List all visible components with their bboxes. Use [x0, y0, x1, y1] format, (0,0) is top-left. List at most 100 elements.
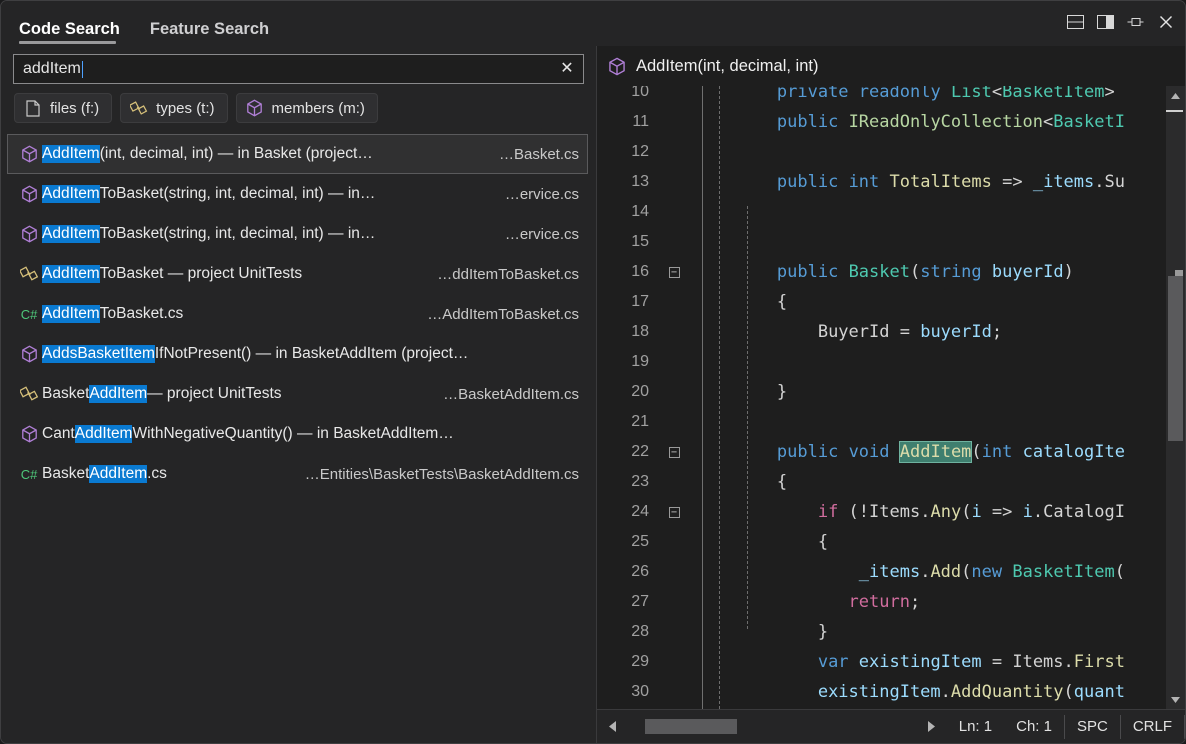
- search-input[interactable]: addItem ✕: [13, 54, 584, 84]
- scroll-up-arrow[interactable]: [1166, 86, 1185, 105]
- code-line: 23 {: [597, 467, 1185, 497]
- search-result-row[interactable]: AddItem(int, decimal, int) — in Basket (…: [7, 134, 588, 174]
- tab-feature-search[interactable]: Feature Search: [146, 21, 279, 47]
- result-suffix: ToBasket(string, int, decimal, int) — in…: [100, 185, 376, 203]
- status-bar: Ln: 1 Ch: 1 SPC CRLF: [597, 709, 1185, 743]
- code-lines: 10 private readonly List<BasketItem>11 p…: [597, 86, 1185, 709]
- search-result-row[interactable]: BasketAddItem — project UnitTests…Basket…: [7, 374, 588, 414]
- tab-code-search[interactable]: Code Search: [15, 21, 130, 47]
- line-number: 18: [597, 317, 659, 347]
- code-line: 11 public IReadOnlyCollection<BasketI: [597, 107, 1185, 137]
- result-icon: [16, 345, 42, 363]
- code-token: [1002, 562, 1012, 582]
- horizontal-scrollbar[interactable]: [597, 710, 947, 743]
- code-token: <: [992, 86, 1002, 102]
- code-line: 30 existingItem.AddQuantity(quant: [597, 677, 1185, 707]
- code-token: =: [889, 322, 920, 342]
- search-result-row[interactable]: AddItemToBasket(string, int, decimal, in…: [7, 214, 588, 254]
- code-token: Any: [930, 502, 961, 522]
- code-token: .: [941, 682, 951, 702]
- vertical-scrollbar-thumb[interactable]: [1168, 276, 1183, 441]
- code-line: 24− if (!Items.Any(i => i.CatalogI: [597, 497, 1185, 527]
- fold-margin: −: [659, 267, 689, 278]
- line-number: 10: [597, 86, 659, 107]
- vertical-scrollbar[interactable]: [1166, 86, 1185, 709]
- titlebar: Code Search Feature Search: [1, 1, 1185, 46]
- result-icon: [16, 185, 42, 203]
- code-token: BasketI: [1053, 112, 1125, 132]
- search-result-row[interactable]: CantAddItemWithNegativeQuantity() — in B…: [7, 414, 588, 454]
- status-indent[interactable]: SPC: [1064, 715, 1120, 739]
- result-path: …Entities\BasketTests\BasketAddItem.cs: [295, 466, 579, 483]
- split-horizontal-icon[interactable]: [1066, 12, 1085, 31]
- filter-chip-members[interactable]: members (m:): [236, 93, 378, 123]
- code-token: [695, 442, 777, 462]
- code-token: <: [1043, 112, 1053, 132]
- line-number: 30: [597, 677, 659, 707]
- search-result-row[interactable]: AddsBasketItemIfNotPresent() — in Basket…: [7, 334, 588, 374]
- search-results-list[interactable]: AddItem (int, decimal, int) — in Basket (…: [1, 132, 596, 743]
- code-token: _items: [859, 562, 920, 582]
- code-token: i: [1023, 502, 1033, 522]
- code-token: [695, 86, 777, 102]
- horizontal-scrollbar-track[interactable]: [623, 719, 921, 734]
- search-result-row[interactable]: AddItemToBasket — project UnitTests…ddIt…: [7, 254, 588, 294]
- code-line: 15: [597, 227, 1185, 257]
- fold-toggle-icon[interactable]: −: [669, 507, 680, 518]
- result-suffix: (int, decimal, int) — in Basket (project…: [100, 145, 373, 163]
- scroll-down-arrow[interactable]: [1166, 690, 1185, 709]
- code-editor[interactable]: 10 private readonly List<BasketItem>11 p…: [597, 86, 1185, 709]
- result-path: …ervice.cs: [495, 226, 579, 243]
- code-text: }: [689, 377, 1185, 407]
- filter-chip-types[interactable]: types (t:): [120, 93, 227, 123]
- breadcrumb-label: AddItem(int, decimal, int): [636, 57, 818, 76]
- status-eol[interactable]: CRLF: [1120, 715, 1185, 739]
- code-line: 27 return;: [597, 587, 1185, 617]
- line-number: 28: [597, 617, 659, 647]
- filter-chip-files-label: files (f:): [50, 100, 99, 117]
- code-token: public: [777, 442, 838, 462]
- code-line: 29 var existingItem = Items.First: [597, 647, 1185, 677]
- code-token: quant: [1074, 682, 1125, 702]
- result-match-highlight: AddItem: [89, 385, 147, 403]
- fold-toggle-icon[interactable]: −: [669, 447, 680, 458]
- filter-chips: files (f:) types (t:): [1, 84, 596, 132]
- result-match-highlight: AddItem: [42, 305, 100, 323]
- horizontal-scrollbar-thumb[interactable]: [645, 719, 737, 734]
- result-icon: [16, 145, 42, 163]
- pin-icon[interactable]: [1126, 12, 1145, 31]
- close-icon[interactable]: [1156, 12, 1175, 31]
- code-line: 18 BuyerId = buyerId;: [597, 317, 1185, 347]
- result-suffix: ToBasket — project UnitTests: [100, 265, 302, 283]
- result-match-highlight: AddItem: [42, 225, 100, 243]
- code-token: (: [1064, 682, 1074, 702]
- code-token: .: [920, 562, 930, 582]
- code-line: 26 _items.Add(new BasketItem(: [597, 557, 1185, 587]
- text-caret: [82, 61, 83, 78]
- code-token: string: [920, 262, 981, 282]
- result-suffix: .cs: [147, 465, 167, 483]
- search-result-row[interactable]: C#AddItemToBasket.cs…AddItemToBasket.cs: [7, 294, 588, 334]
- code-token: var: [818, 652, 849, 672]
- code-text: _items.Add(new BasketItem(: [689, 557, 1185, 587]
- result-icon: [16, 425, 42, 443]
- code-text: return;: [689, 587, 1185, 617]
- result-suffix: IfNotPresent() — in BasketAddItem (proje…: [155, 345, 469, 363]
- code-token: AddQuantity: [951, 682, 1064, 702]
- filter-chip-files[interactable]: files (f:): [14, 93, 112, 123]
- code-token: BasketItem: [1012, 562, 1114, 582]
- line-number: 14: [597, 197, 659, 227]
- code-text: {: [689, 527, 1185, 557]
- search-result-row[interactable]: C#BasketAddItem.cs…Entities\BasketTests\…: [7, 454, 588, 494]
- result-icon: [16, 265, 42, 283]
- clear-search-icon[interactable]: ✕: [557, 61, 577, 77]
- code-text: public int TotalItems => _items.Su: [689, 167, 1185, 197]
- code-token: ;: [910, 592, 920, 612]
- code-token: First: [1074, 652, 1125, 672]
- dock-right-icon[interactable]: [1096, 12, 1115, 31]
- code-line: 22− public void AddItem(int catalogIte: [597, 437, 1185, 467]
- search-result-row[interactable]: AddItemToBasket(string, int, decimal, in…: [7, 174, 588, 214]
- fold-toggle-icon[interactable]: −: [669, 267, 680, 278]
- scroll-right-arrow[interactable]: [921, 720, 943, 733]
- scroll-left-arrow[interactable]: [601, 720, 623, 733]
